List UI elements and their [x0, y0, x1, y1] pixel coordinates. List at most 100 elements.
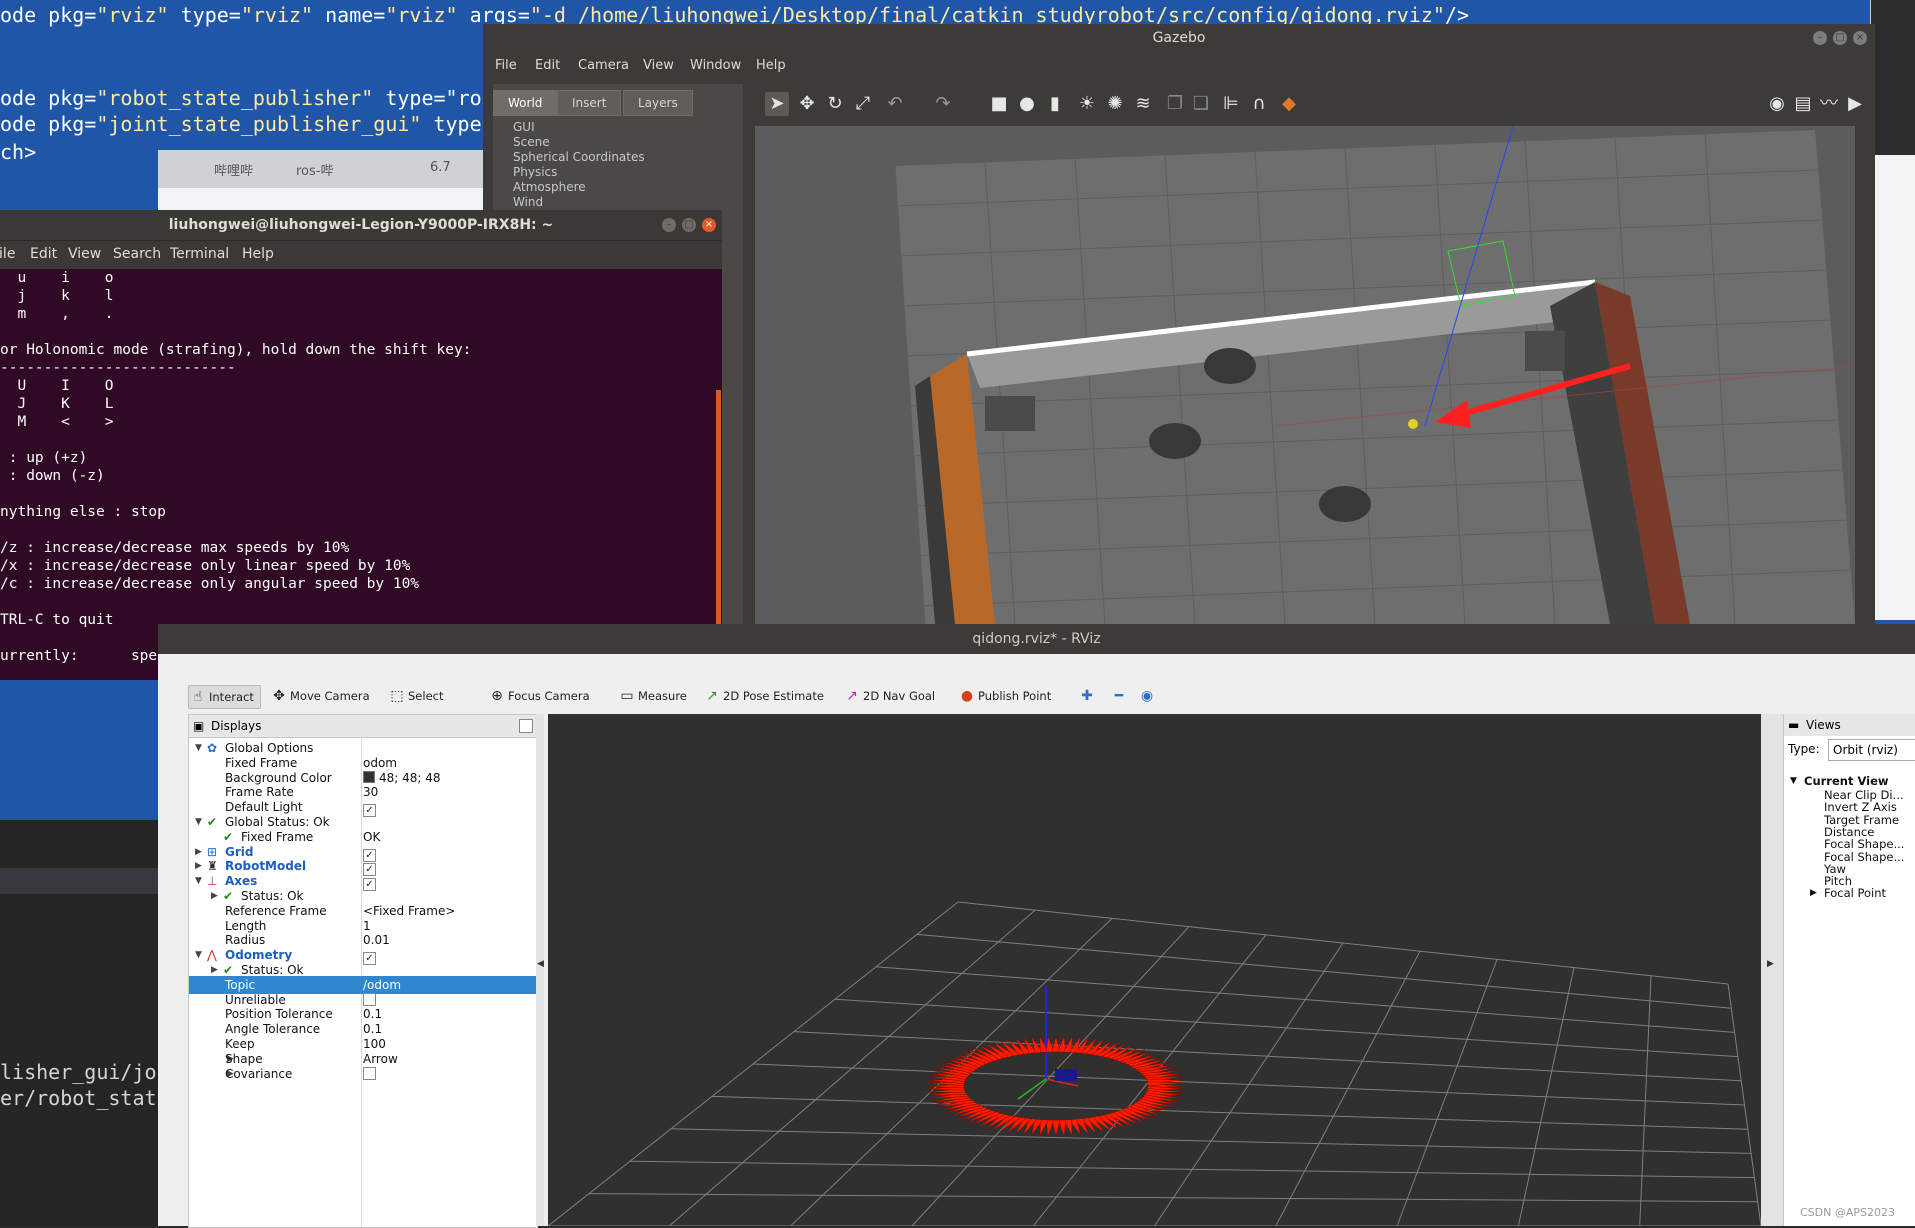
spot-light-icon[interactable]: ✺ — [1103, 92, 1127, 116]
minimize-icon[interactable]: – — [1813, 31, 1827, 45]
focus-camera-icon: ⊕ — [491, 688, 503, 704]
displays-panel: ▣ Displays ▼ ✿ Global Options Fixed Frame od… — [188, 714, 538, 1228]
menu-file[interactable]: File — [495, 58, 517, 73]
plot-icon[interactable]: 〰 — [1817, 92, 1841, 116]
move-camera-tool[interactable]: ✥ Move Camera — [270, 685, 370, 707]
measure-tool[interactable]: ▭ Measure — [618, 685, 687, 707]
terminal-line: /c : increase/decrease only angular spee… — [0, 576, 420, 592]
camera-icon: ▬ — [1788, 718, 1800, 732]
pose-estimate-tool[interactable]: ↗ 2D Pose Estimate — [703, 685, 824, 707]
close-icon[interactable]: × — [702, 218, 716, 232]
cylinder-icon[interactable]: ▮ — [1043, 92, 1067, 116]
terminal-line: nything else : stop — [0, 504, 166, 520]
menu-file[interactable]: File — [0, 246, 15, 262]
menu-terminal[interactable]: Terminal — [170, 246, 229, 262]
view-type-dropdown[interactable]: Orbit (rviz) — [1828, 739, 1915, 761]
undock-icon[interactable] — [519, 719, 533, 733]
display-value[interactable] — [363, 1065, 376, 1083]
align-icon[interactable]: ⊫ — [1219, 92, 1243, 116]
view-property[interactable]: ▶ Focal Point — [1784, 886, 1915, 901]
copy-icon[interactable]: ❐ — [1163, 92, 1187, 116]
select-tool[interactable]: ⬚ Select — [388, 685, 443, 707]
tree-item[interactable]: Spherical Coordinates — [513, 150, 645, 165]
rotate-icon[interactable]: ↻ — [823, 92, 847, 116]
directional-light-icon[interactable]: ≋ — [1131, 92, 1155, 116]
background-window-strip — [1870, 0, 1915, 620]
checkbox[interactable] — [363, 1066, 376, 1080]
tab-insert[interactable]: Insert — [557, 90, 622, 116]
interact-tool[interactable]: ☝ Interact — [188, 685, 261, 709]
nav-goal-tool[interactable]: ↗ 2D Nav Goal — [843, 685, 935, 707]
browser-tab[interactable]: ros-哔 — [296, 160, 333, 179]
menu-search[interactable]: Search — [113, 246, 161, 262]
menu-camera[interactable]: Camera — [578, 58, 629, 73]
menu-edit[interactable]: Edit — [30, 246, 57, 262]
terminal-window: liuhongwei@liuhongwei-Legion-Y9000P-IRX8… — [0, 210, 722, 680]
color-swatch[interactable] — [363, 770, 375, 783]
display-row[interactable]: ▶ Covariance — [189, 1065, 537, 1083]
select-icon: ⬚ — [390, 688, 404, 704]
editor-lower-panel: lisher_gui/jo er/robot_stat — [0, 820, 160, 1226]
box-icon[interactable]: ■ — [987, 92, 1011, 116]
view-type-selector: Type: Orbit (rviz) — [1788, 739, 1915, 761]
current-view-row[interactable]: ▼ Current View — [1784, 774, 1915, 789]
tab-world[interactable]: World — [493, 90, 558, 116]
chevron-right-icon[interactable]: ▶ — [1810, 886, 1817, 901]
menu-edit[interactable]: Edit — [535, 58, 560, 73]
translate-icon[interactable]: ✥ — [795, 92, 819, 116]
maximize-icon[interactable]: □ — [682, 218, 696, 232]
screenshot-icon[interactable]: ◉ — [1765, 92, 1789, 116]
menu-help[interactable]: Help — [242, 246, 274, 262]
close-icon[interactable]: × — [1853, 31, 1867, 45]
splitter-handle[interactable]: ◀ — [536, 714, 544, 1226]
plus-icon: ✚ — [1081, 688, 1093, 704]
terminal-line: m , . — [0, 306, 114, 322]
tree-item[interactable]: Atmosphere — [513, 180, 645, 195]
remove-tool-button[interactable]: ━ — [1110, 685, 1124, 707]
maximize-icon[interactable]: □ — [1833, 31, 1847, 45]
menu-view[interactable]: View — [643, 58, 674, 73]
editor-line: ode pkg="joint_state_publisher_gui" type — [0, 112, 482, 136]
tree-item[interactable]: Physics — [513, 165, 645, 180]
checkbox[interactable] — [363, 992, 376, 1006]
scale-icon[interactable]: ⤢ — [851, 92, 875, 116]
select-icon[interactable]: ➤ — [765, 92, 789, 116]
gazebo-3d-scene[interactable] — [755, 126, 1855, 624]
window-title: Gazebo — [483, 24, 1875, 52]
terminal-line: : down (-z) — [0, 468, 105, 484]
terminal-output[interactable]: u i o j k l m , . or Holonomic mode (str… — [0, 270, 722, 680]
panel-title: Displays — [211, 719, 262, 733]
splitter-handle[interactable]: ▶ — [1761, 714, 1783, 1226]
menu-bar: File Edit Camera View Window Help — [483, 52, 1875, 80]
tree-item[interactable]: Scene — [513, 135, 645, 150]
terminal-line: --------------------------- — [0, 360, 236, 376]
focus-camera-tool[interactable]: ⊕ Focus Camera — [488, 685, 590, 707]
redo-icon[interactable]: ↷ — [931, 92, 955, 116]
rviz-3d-view[interactable] — [548, 714, 1761, 1226]
color-icon[interactable]: ◆ — [1277, 92, 1301, 116]
terminal-line: u i o — [0, 270, 114, 286]
monitor-icon: ▣ — [193, 719, 205, 733]
paste-icon[interactable]: ❏ — [1189, 92, 1213, 116]
minimize-icon[interactable]: – — [662, 218, 676, 232]
menu-view[interactable]: View — [68, 246, 101, 262]
snap-icon[interactable]: ∩ — [1247, 92, 1271, 116]
displays-header: ▣ Displays — [189, 715, 537, 738]
undo-icon[interactable]: ↶ — [883, 92, 907, 116]
record-icon[interactable]: ▶ — [1843, 92, 1867, 116]
camera-type-button[interactable]: ◉ — [1138, 685, 1153, 707]
editor-line: ode pkg="robot_state_publisher" type="ro… — [0, 86, 494, 110]
menu-help[interactable]: Help — [756, 58, 786, 73]
sphere-icon[interactable]: ● — [1015, 92, 1039, 116]
chevron-down-icon[interactable]: ▼ — [1790, 774, 1797, 789]
tree-item[interactable]: Wind — [513, 195, 645, 210]
add-tool-button[interactable]: ✚ — [1078, 685, 1093, 707]
tree-item[interactable]: GUI — [513, 120, 645, 135]
point-light-icon[interactable]: ☀ — [1075, 92, 1099, 116]
publish-point-tool[interactable]: ● Publish Point — [958, 685, 1051, 707]
browser-tab[interactable]: 6.7 — [430, 160, 451, 175]
browser-tab[interactable]: 哔哩哔 — [214, 160, 253, 179]
tab-layers[interactable]: Layers — [623, 90, 693, 116]
menu-window[interactable]: Window — [690, 58, 741, 73]
log-icon[interactable]: ▤ — [1791, 92, 1815, 116]
